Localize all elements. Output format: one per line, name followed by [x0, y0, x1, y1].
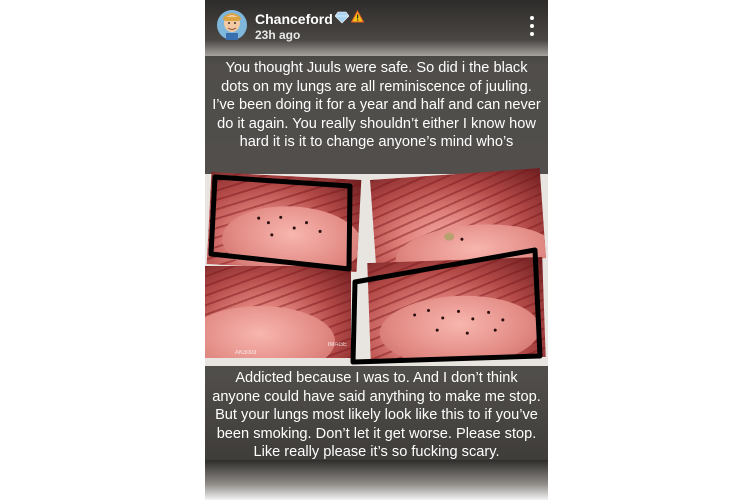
photo-label: IMAGE — [327, 342, 347, 348]
lung-photo — [367, 256, 546, 364]
warning-icon — [351, 10, 364, 23]
story-footer — [205, 460, 548, 500]
lung-photo: AK3003 — [206, 172, 362, 272]
caption-top: You thought Juuls were safe. So did i th… — [205, 56, 548, 174]
story-username[interactable]: Chanceford — [255, 11, 333, 27]
caption-bottom: Addicted because I was to. And I don’t t… — [205, 366, 548, 460]
lung-photo-collage: AK3003 IMAGE AK3003 — [205, 168, 548, 366]
lung-photo: IMAGE AK3003 — [205, 266, 351, 358]
bitmoji-avatar-icon[interactable] — [217, 10, 247, 40]
story-header: Chanceford 23h ago — [205, 0, 548, 50]
photo-label: AK3003 — [262, 257, 285, 266]
lung-photo — [370, 168, 546, 270]
snap-story-screen: Chanceford 23h ago You thought Juuls wer… — [205, 0, 548, 500]
story-timestamp: 23h ago — [255, 28, 301, 42]
diamond-icon — [335, 11, 349, 24]
photo-label: AK3003 — [235, 350, 257, 356]
more-options-icon[interactable] — [526, 16, 538, 36]
username-badges — [335, 10, 364, 24]
